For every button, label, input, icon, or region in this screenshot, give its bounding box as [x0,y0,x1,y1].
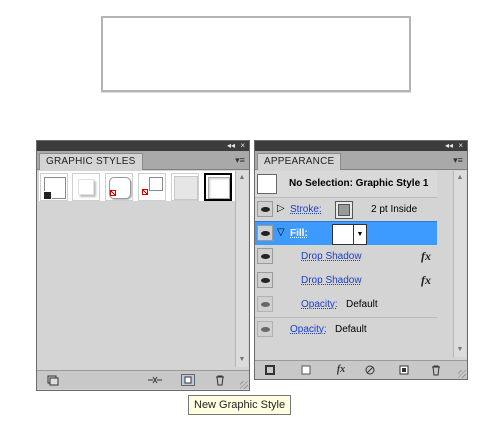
object-opacity-label[interactable]: Opacity: [290,324,327,335]
no-fill-indicator-icon [110,190,116,196]
effect-drop-shadow-link[interactable]: Drop Shadow [301,275,362,286]
graphic-style-swatch-gray[interactable] [171,173,199,201]
graphic-style-swatch-selected[interactable] [204,173,232,201]
graphic-style-libraries-icon[interactable] [47,374,61,386]
object-opacity-value: Default [335,324,367,335]
resize-grip-icon[interactable] [240,381,248,389]
appearance-effect-row[interactable]: Drop Shadow fx [255,245,437,269]
new-graphic-style-tooltip: New Graphic Style [188,395,292,415]
graphic-styles-scrollbar[interactable]: ▲ ▼ [235,171,248,367]
fill-color-swatch[interactable] [332,224,354,245]
visibility-eye-icon[interactable] [257,225,273,241]
graphic-style-swatch-shadow[interactable] [72,173,100,201]
graphic-style-swatch-rounded[interactable] [105,173,133,201]
appearance-object-opacity-row[interactable]: Opacity: Default [255,317,437,341]
visibility-eye-icon[interactable] [257,272,273,288]
stroke-weight-value: 2 pt Inside [371,204,418,215]
appearance-header-title: No Selection: Graphic Style 1 [289,178,429,189]
expand-triangle-icon[interactable]: ▷ [277,203,285,214]
tab-appearance[interactable]: APPEARANCE [257,153,342,170]
fill-opacity-label[interactable]: Opacity: [301,299,338,310]
delete-item-icon[interactable] [429,364,443,376]
fx-effect-icon: fx [421,249,431,263]
close-panel-icon[interactable]: × [458,141,463,151]
add-new-effect-icon[interactable]: fx [331,364,351,376]
visibility-eye-icon[interactable] [257,201,273,217]
visibility-eye-icon[interactable] [257,321,273,337]
graphic-styles-panel: ◂◂ × GRAPHIC STYLES ▾≡ ▲ ▼ [36,140,250,391]
break-link-icon[interactable] [147,374,162,386]
appearance-scrollbar[interactable]: ▲ ▼ [453,171,466,357]
fill-dropdown-icon[interactable]: ▼ [353,224,367,245]
panel-title-bar[interactable]: ◂◂ × [37,141,249,151]
panel-tab-row: APPEARANCE ▾≡ [255,151,467,170]
graphic-style-swatch-default[interactable] [40,173,68,201]
scroll-down-icon[interactable]: ▼ [454,345,466,355]
scroll-down-icon[interactable]: ▼ [236,355,248,365]
appearance-stroke-row[interactable]: ▷ Stroke: 2 pt Inside [255,197,437,221]
scroll-up-icon[interactable]: ▲ [454,173,466,183]
panel-tab-row: GRAPHIC STYLES ▾≡ [37,151,249,170]
visibility-eye-icon[interactable] [257,248,273,264]
collapse-triangle-icon[interactable]: ▽ [277,227,285,238]
appearance-header-row: No Selection: Graphic Style 1 [255,171,437,197]
delete-icon[interactable] [213,374,227,386]
appearance-bottom-bar: fx [255,360,467,379]
collapse-panel-icon[interactable]: ◂◂ [227,141,235,151]
fill-opacity-value: Default [346,299,378,310]
artboard-rectangle-preview [101,16,411,92]
add-new-stroke-icon[interactable] [263,364,277,376]
new-graphic-style-icon[interactable] [181,374,195,386]
panel-menu-icon[interactable]: ▾≡ [451,154,465,166]
graphic-style-swatch-offset[interactable] [138,173,166,201]
add-new-fill-icon[interactable] [299,364,313,376]
appearance-fill-opacity-row[interactable]: Opacity: Default [255,293,437,317]
effect-drop-shadow-link[interactable]: Drop Shadow [301,251,362,262]
collapse-panel-icon[interactable]: ◂◂ [445,141,453,151]
tab-graphic-styles[interactable]: GRAPHIC STYLES [39,153,143,170]
style-thumbnail [257,174,277,194]
panel-menu-icon[interactable]: ▾≡ [233,154,247,166]
close-panel-icon[interactable]: × [240,141,245,151]
duplicate-item-icon[interactable] [397,364,411,376]
scroll-up-icon[interactable]: ▲ [236,173,248,183]
stroke-label[interactable]: Stroke: [290,204,322,215]
graphic-styles-swatch-list [39,171,237,201]
no-fill-indicator-icon [142,189,148,195]
clear-appearance-icon[interactable] [363,364,377,376]
graphic-styles-bottom-bar [37,370,249,389]
default-style-marker-icon [43,191,52,200]
appearance-panel: ◂◂ × APPEARANCE ▾≡ No Selection: Graphic… [254,140,468,380]
appearance-effect-row[interactable]: Drop Shadow fx [255,269,437,293]
stroke-color-swatch[interactable] [335,201,353,219]
fill-label[interactable]: Fill: [290,228,308,239]
fx-effect-icon: fx [421,273,431,287]
panel-title-bar[interactable]: ◂◂ × [255,141,467,151]
visibility-eye-icon[interactable] [257,296,273,312]
appearance-fill-row[interactable]: ▽ Fill: ▼ [255,221,437,245]
resize-grip-icon[interactable] [458,370,466,378]
